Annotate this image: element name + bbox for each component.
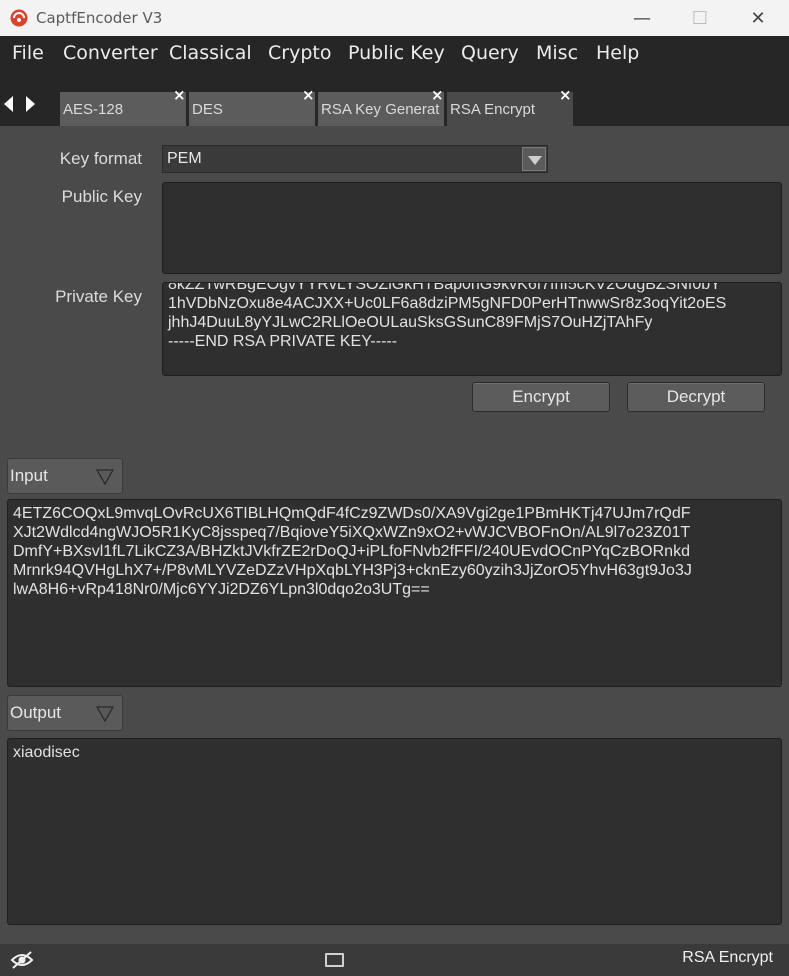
tab-rsa-key-generate[interactable]: RSA Key Generat — [318, 92, 444, 126]
tab-next-icon[interactable] — [26, 96, 35, 112]
output-format-select[interactable]: Output — [7, 695, 123, 731]
tab-label: DES — [192, 101, 223, 118]
menu-classical[interactable]: Classical — [169, 42, 252, 64]
dropdown-triangle-icon — [96, 469, 114, 486]
menu-crypto[interactable]: Crypto — [268, 42, 331, 64]
public-key-textarea[interactable] — [162, 182, 782, 274]
menu-converter[interactable]: Converter — [63, 42, 158, 64]
close-button[interactable]: ✕ — [738, 6, 778, 32]
minimize-button[interactable]: — — [622, 6, 662, 32]
window-toggle-icon[interactable] — [325, 953, 344, 967]
status-text: RSA Encrypt — [682, 949, 773, 966]
menu-file[interactable]: File — [12, 42, 44, 64]
input-label: Input — [10, 466, 48, 485]
tab-bar: AES-128 × DES × RSA Key Generat × RSA En… — [0, 72, 789, 126]
key-format-select[interactable]: PEM — [162, 145, 548, 173]
key-format-value: PEM — [167, 150, 202, 167]
tab-close-icon[interactable]: × — [559, 86, 572, 104]
menu-query[interactable]: Query — [461, 42, 519, 64]
eye-slash-icon[interactable] — [10, 950, 34, 970]
menu-bar: File Converter Classical Crypto Public K… — [0, 36, 789, 72]
encrypt-button[interactable]: Encrypt — [472, 382, 610, 412]
tab-close-icon[interactable]: × — [302, 86, 315, 104]
tab-rsa-encrypt[interactable]: RSA Encrypt — [447, 92, 573, 126]
input-format-select[interactable]: Input — [7, 458, 123, 494]
private-key-textarea[interactable]: 8kZZTwRBgEOgvYYRvLYSOZiGkHTBap0nG9kvK6f7… — [162, 282, 782, 376]
tab-label: RSA Encrypt — [450, 101, 536, 118]
menu-help[interactable]: Help — [596, 42, 639, 64]
maximize-button[interactable]: ☐ — [680, 6, 720, 32]
private-key-content: 8kZZTwRBgEOgvYYRvLYSOZiGkHTBap0nG9kvK6f7… — [168, 282, 727, 350]
tab-label: AES-128 — [63, 101, 124, 118]
tab-des[interactable]: DES — [189, 92, 315, 126]
menu-public-key[interactable]: Public Key — [348, 42, 445, 64]
tab-close-icon[interactable]: × — [431, 86, 444, 104]
chevron-down-icon[interactable] — [522, 147, 546, 171]
tab-prev-icon[interactable] — [4, 96, 13, 112]
output-label: Output — [10, 703, 62, 722]
tab-close-icon[interactable]: × — [173, 86, 186, 104]
dropdown-triangle-icon — [96, 706, 114, 723]
tab-aes-128[interactable]: AES-128 — [60, 92, 186, 126]
app-logo-icon — [10, 9, 28, 27]
menu-misc[interactable]: Misc — [536, 42, 578, 64]
window-title: CaptfEncoder V3 — [36, 9, 163, 27]
title-bar: CaptfEncoder V3 — ☐ ✕ — [0, 0, 789, 36]
status-bar: RSA Encrypt — [0, 944, 789, 976]
tab-label: RSA Key Generat — [321, 101, 440, 118]
input-textarea[interactable]: 4ETZ6COQxL9mvqLOvRcUX6TIBLHQmQdF4fCz9ZWD… — [7, 499, 782, 687]
key-format-label: Key format — [59, 149, 142, 168]
private-key-label: Private Key — [55, 287, 142, 306]
public-key-label: Public Key — [61, 187, 142, 206]
decrypt-button[interactable]: Decrypt — [627, 382, 765, 412]
output-textarea[interactable]: xiaodisec — [7, 738, 782, 925]
